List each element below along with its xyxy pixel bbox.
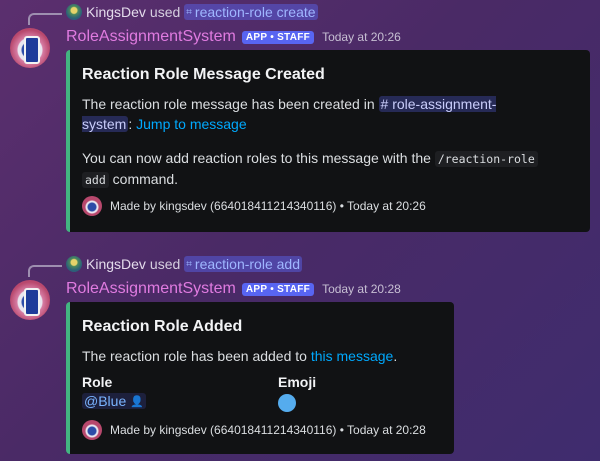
bot-username[interactable]: RoleAssignmentSystem (66, 280, 236, 298)
channel-name-part1: # role-assignment- (380, 96, 497, 112)
command-reply-context[interactable]: KingsDev used ⌗ reaction-role add (66, 254, 302, 274)
command-name: reaction-role add (194, 256, 300, 272)
inline-code-command: /reaction-role (434, 151, 538, 167)
footer-avatar-icon (82, 196, 102, 216)
message-header: RoleAssignmentSystem APP • STAFF Today a… (66, 26, 401, 48)
jump-to-message-link[interactable]: Jump to message (136, 116, 247, 132)
field-role-name: Role (82, 374, 113, 390)
this-message-link[interactable]: this message (311, 348, 393, 364)
reply-username[interactable]: KingsDev (86, 256, 146, 272)
bot-avatar[interactable] (10, 28, 50, 68)
blue-circle-emoji-icon[interactable] (278, 394, 296, 412)
slash-command-mention[interactable]: ⌗ reaction-role create (184, 4, 318, 20)
slash-command-icon: ⌗ (186, 6, 192, 18)
role-mention-text: @Blue (84, 393, 127, 409)
reply-connector (28, 265, 62, 277)
app-staff-badge: APP • STAFF (241, 282, 315, 296)
user-avatar-icon[interactable] (66, 256, 82, 272)
instruction-suffix: command. (112, 171, 179, 187)
slash-command-icon: ⌗ (186, 258, 192, 270)
robot-icon (24, 36, 40, 64)
instruction-text: You can now add reaction roles to this m… (82, 150, 431, 166)
description-text: The reaction role message has been creat… (82, 96, 375, 112)
reply-username[interactable]: KingsDev (86, 4, 146, 20)
footer-avatar-icon (82, 420, 102, 440)
embed-description: The reaction role has been added to this… (82, 346, 442, 366)
embed-card: Reaction Role Message Created The reacti… (66, 50, 590, 232)
embed-footer: Made by kingsdev (664018411214340116) • … (82, 420, 426, 440)
embed-title: Reaction Role Added (82, 318, 243, 335)
description-text: The reaction role has been added to (82, 348, 307, 364)
bot-username[interactable]: RoleAssignmentSystem (66, 28, 236, 46)
inline-code-subcommand: add (82, 172, 109, 188)
separator: : (128, 116, 133, 132)
user-avatar-icon[interactable] (66, 4, 82, 20)
reply-verb: used (149, 256, 181, 272)
embed-card: Reaction Role Added The reaction role ha… (66, 302, 454, 454)
description-suffix: . (393, 348, 398, 364)
app-staff-badge: APP • STAFF (241, 30, 315, 44)
channel-name-part2: system (82, 116, 127, 132)
embed-instructions: You can now add reaction roles to this m… (82, 148, 552, 190)
role-mention[interactable]: @Blue 👤 (82, 393, 146, 409)
footer-text: Made by kingsdev (664018411214340116) • … (110, 423, 426, 437)
field-emoji-name: Emoji (278, 374, 317, 390)
command-name: reaction-role create (194, 4, 316, 20)
role-member-icon: 👤 (130, 395, 144, 408)
bot-avatar[interactable] (10, 280, 50, 320)
embed-description: The reaction role message has been creat… (82, 94, 522, 134)
embed-footer: Made by kingsdev (664018411214340116) • … (82, 196, 426, 216)
reply-verb: used (149, 4, 181, 20)
embed-title: Reaction Role Message Created (82, 66, 325, 83)
timestamp[interactable]: Today at 20:28 (322, 282, 401, 296)
footer-text: Made by kingsdev (664018411214340116) • … (110, 199, 426, 213)
message-header: RoleAssignmentSystem APP • STAFF Today a… (66, 278, 401, 300)
timestamp[interactable]: Today at 20:26 (322, 30, 401, 44)
slash-command-mention[interactable]: ⌗ reaction-role add (184, 256, 302, 272)
reply-connector (28, 13, 62, 25)
command-reply-context[interactable]: KingsDev used ⌗ reaction-role create (66, 2, 318, 22)
robot-icon (24, 288, 40, 316)
